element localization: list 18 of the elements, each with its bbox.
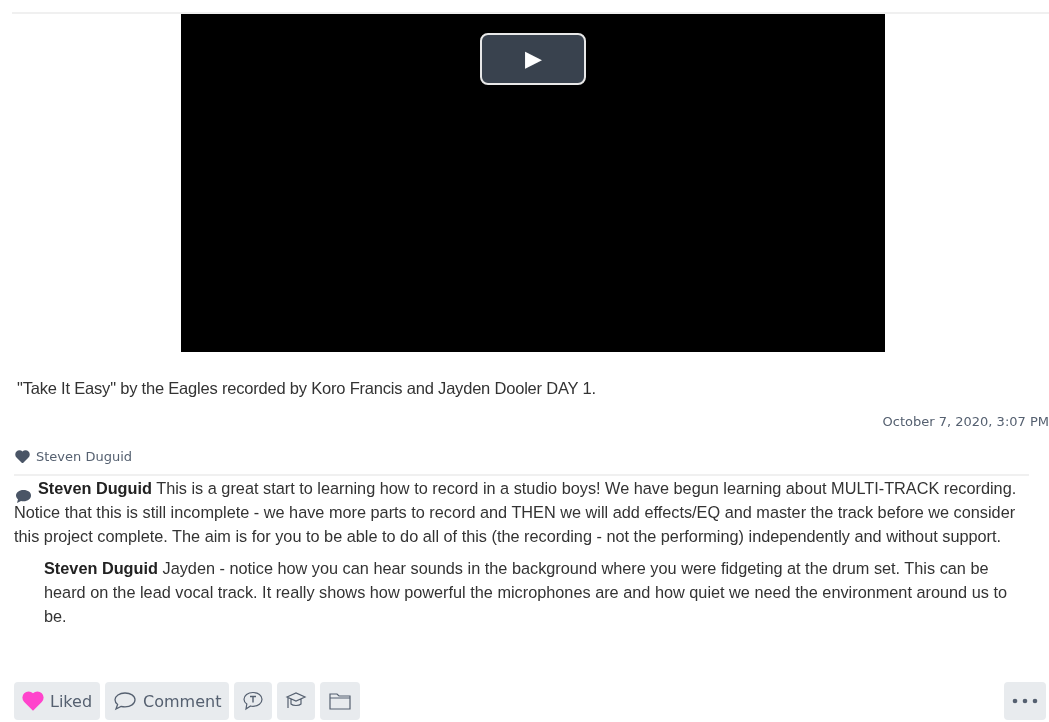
text-bubble-icon xyxy=(242,691,265,711)
heart-icon xyxy=(15,449,30,464)
post-caption: "Take It Easy" by the Eagles recorded by Koro Francis and Jayden Dooler DAY 1. xyxy=(17,379,597,398)
comment-text: Steven Duguid This is a great start to learning how to record in a studio boys! We have begun learning about MULTI-TRACK recording. Notice that this is still incomplete - we have more parts to record and THEN we will add effects/EQ and master the track before we consider this project complete. The aim is for you to be able to do all of this (the recording - not the performing) independently and without support. xyxy=(14,474,1029,548)
graduation-button[interactable] xyxy=(277,682,316,720)
like-button[interactable]: Liked xyxy=(14,682,101,720)
comment-text: Steven Duguid Jayden - notice how you can hear sounds in the background where you were fidgeting at the drum set. This can be heard on the lead vocal track. It really shows how powerful the microphones are and how quiet we need the environment around us to be. xyxy=(44,558,1008,627)
translate-button[interactable] xyxy=(234,682,273,720)
more-button[interactable] xyxy=(1004,682,1046,720)
more-icon xyxy=(1012,698,1038,704)
folder-icon xyxy=(328,691,353,711)
liker-name: Steven Duguid xyxy=(36,449,132,464)
play-button[interactable]: ▶ xyxy=(480,33,586,85)
post-timestamp: October 7, 2020, 3:07 PM xyxy=(882,414,1049,429)
comment-button[interactable]: Comment xyxy=(105,682,230,720)
comment-icon xyxy=(15,489,32,504)
folder-button[interactable] xyxy=(320,682,361,720)
speech-bubble-icon xyxy=(113,691,138,711)
